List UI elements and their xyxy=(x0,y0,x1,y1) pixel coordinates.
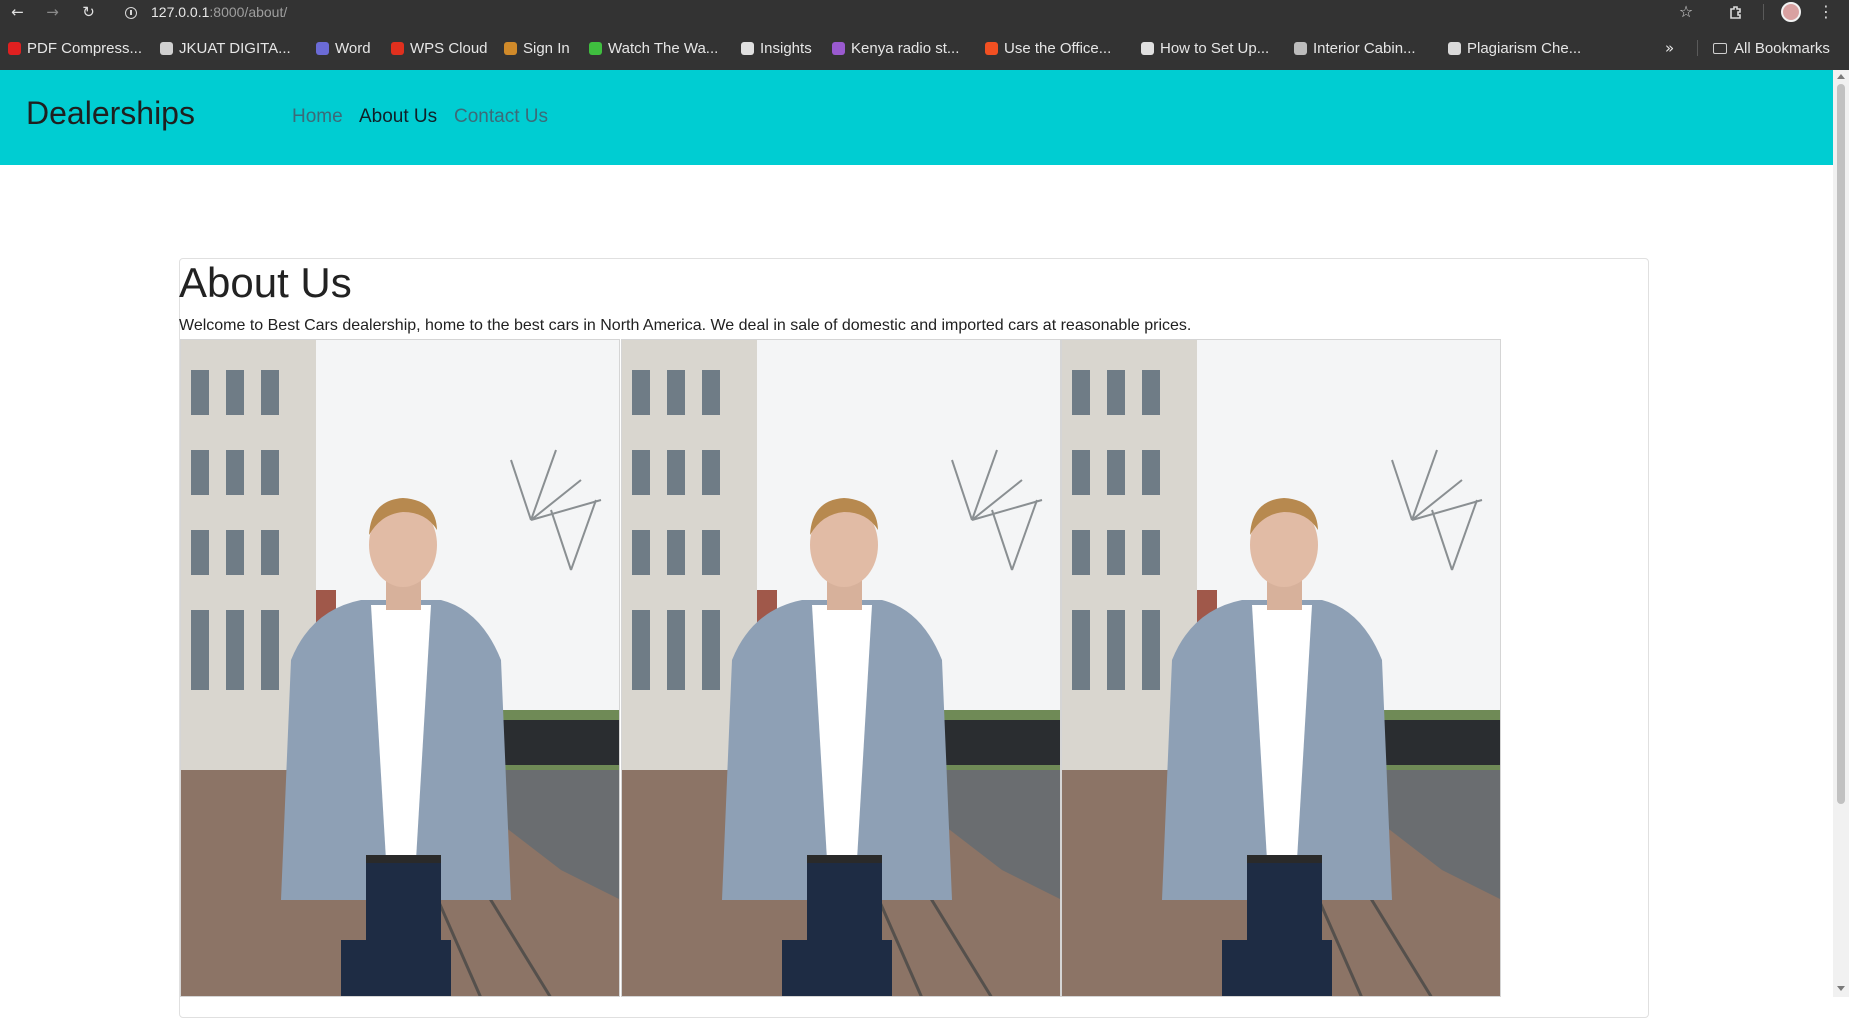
about-photo xyxy=(621,339,1061,997)
bookmark-label: Sign In xyxy=(523,39,570,57)
bookmark-item[interactable]: Use the Office... xyxy=(985,37,1111,59)
nav-home[interactable]: Home xyxy=(292,106,343,128)
bookmark-label: JKUAT DIGITA... xyxy=(179,39,291,57)
bookmark-item[interactable]: PDF Compress... xyxy=(8,37,142,59)
bookmark-label: PDF Compress... xyxy=(27,39,143,57)
bookmark-label: Plagiarism Che... xyxy=(1467,39,1582,57)
bookmark-star-icon[interactable]: ☆ xyxy=(1677,0,1695,24)
bookmark-label: How to Set Up... xyxy=(1160,39,1270,57)
about-photo xyxy=(1061,339,1501,997)
bookmark-favicon-icon xyxy=(1448,41,1461,55)
nav-contact[interactable]: Contact Us xyxy=(454,106,548,128)
bookmark-favicon-icon xyxy=(832,41,845,55)
bookmark-label: Watch The Wa... xyxy=(608,39,719,57)
profile-avatar[interactable] xyxy=(1781,2,1801,22)
bookmark-label: WPS Cloud xyxy=(410,39,488,57)
folder-icon xyxy=(1713,42,1727,54)
bookmark-label: Word xyxy=(335,39,371,57)
bookmark-item[interactable]: Kenya radio st... xyxy=(832,37,959,59)
bookmark-item[interactable]: WPS Cloud xyxy=(391,37,488,59)
bookmark-favicon-icon xyxy=(160,41,173,55)
menu-icon[interactable]: ⋮ xyxy=(1818,0,1834,24)
bookmark-label: Kenya radio st... xyxy=(851,39,960,57)
about-description: Welcome to Best Cars dealership, home to… xyxy=(179,317,1192,334)
bookmark-favicon-icon xyxy=(391,41,404,55)
all-bookmarks[interactable]: All Bookmarks xyxy=(1713,37,1830,59)
extensions-icon[interactable] xyxy=(1726,0,1746,24)
bookmark-item[interactable]: Sign In xyxy=(504,37,570,59)
address-bar[interactable]: 127.0.0.1:8000/about/ xyxy=(151,0,287,24)
bookmark-label: Interior Cabin... xyxy=(1313,39,1416,57)
scroll-down-icon[interactable] xyxy=(1837,986,1845,991)
bookmark-item[interactable]: Watch The Wa... xyxy=(589,37,718,59)
bookmark-favicon-icon xyxy=(741,41,754,55)
bookmark-item[interactable]: Interior Cabin... xyxy=(1294,37,1416,59)
back-icon[interactable]: ← xyxy=(0,0,35,24)
bookmark-favicon-icon xyxy=(589,41,602,55)
scroll-up-icon[interactable] xyxy=(1837,74,1845,79)
nav-about[interactable]: About Us xyxy=(359,106,437,128)
bookmark-label: Use the Office... xyxy=(1004,39,1112,57)
bookmark-item[interactable]: Insights xyxy=(741,37,812,59)
about-photo xyxy=(180,339,620,997)
bookmark-item[interactable]: JKUAT DIGITA... xyxy=(160,37,291,59)
bookmark-favicon-icon xyxy=(1141,41,1154,55)
brand-logo[interactable]: Dealerships xyxy=(26,95,195,132)
forward-icon[interactable]: → xyxy=(35,0,70,24)
bookmark-item[interactable]: Word xyxy=(316,37,371,59)
site-info-icon[interactable] xyxy=(122,4,140,22)
reload-icon[interactable]: ↻ xyxy=(71,0,106,24)
browser-toolbar: ← → ↻ 127.0.0.1:8000/about/ ☆ ⋮ PDF Comp… xyxy=(0,0,1849,70)
bookmark-favicon-icon xyxy=(985,41,998,55)
bookmark-item[interactable]: How to Set Up... xyxy=(1141,37,1269,59)
bookmark-favicon-icon xyxy=(1294,41,1307,55)
scrollbar[interactable] xyxy=(1833,70,1849,997)
bookmark-favicon-icon xyxy=(8,41,21,55)
scroll-thumb[interactable] xyxy=(1837,84,1845,804)
bookmark-favicon-icon xyxy=(504,41,517,55)
bookmark-label: Insights xyxy=(760,39,812,57)
page-title: About Us xyxy=(179,259,352,306)
more-bookmarks-icon[interactable]: » xyxy=(1665,37,1674,59)
bookmark-item[interactable]: Plagiarism Che... xyxy=(1448,37,1581,59)
site-header: Dealerships Home About Us Contact Us xyxy=(0,70,1833,165)
bookmark-favicon-icon xyxy=(316,41,329,55)
